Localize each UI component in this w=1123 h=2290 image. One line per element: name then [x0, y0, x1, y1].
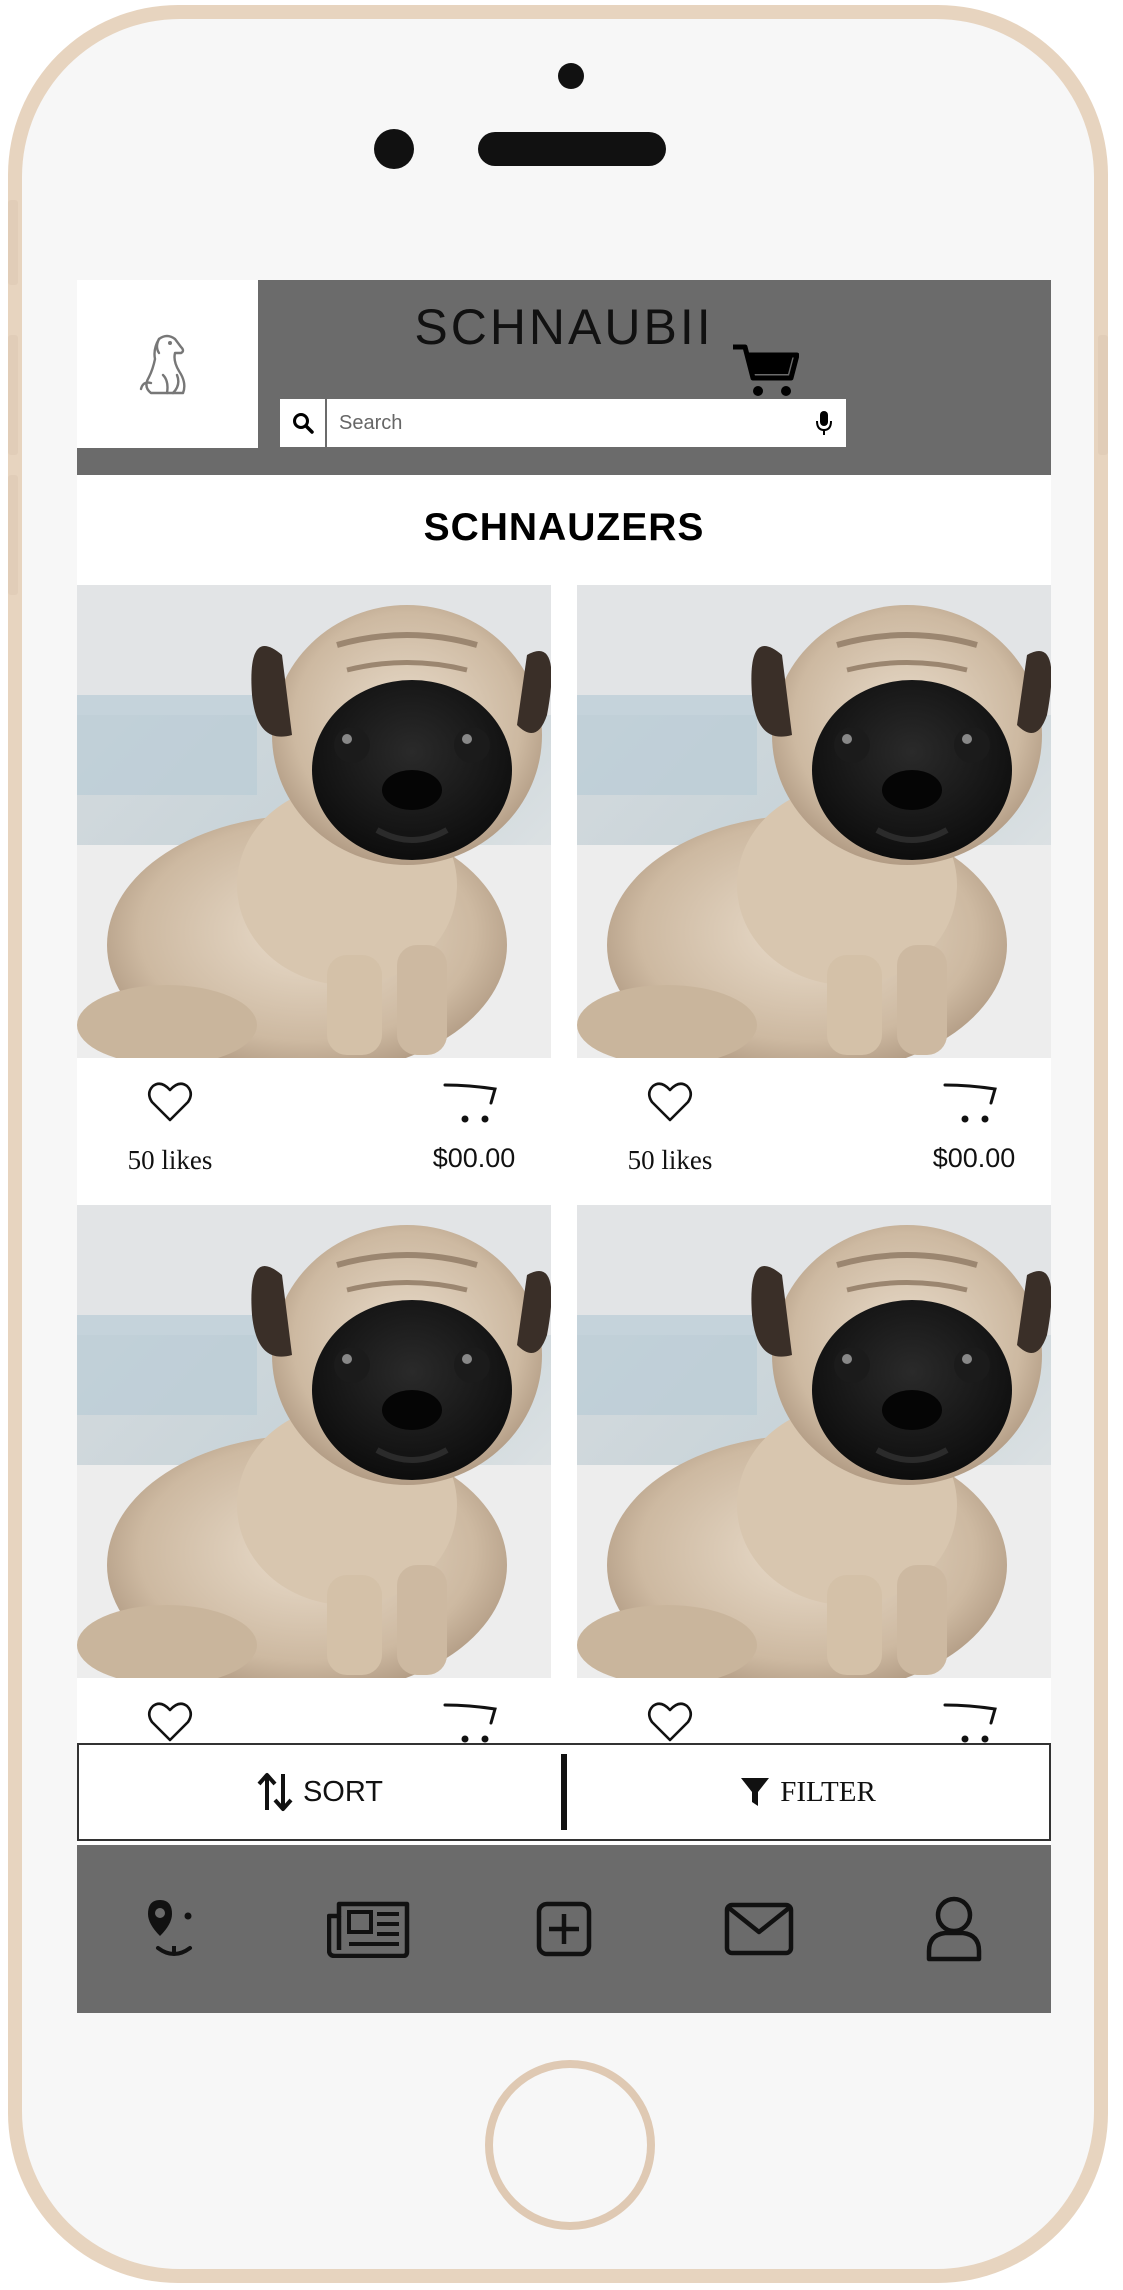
search-icon: [292, 413, 314, 434]
nav-item-messages[interactable]: [704, 1874, 814, 1984]
sort-label: SORT: [302, 1775, 384, 1808]
search-button[interactable]: [280, 399, 327, 447]
earpiece-speaker: [478, 132, 666, 166]
add-square-icon: [536, 1901, 592, 1957]
category-title: SCHNAUZERS: [423, 505, 705, 549]
home-button[interactable]: [485, 2060, 655, 2230]
nav-item-profile[interactable]: [899, 1874, 1009, 1984]
price: $00.00: [932, 1143, 1016, 1173]
sort-filter-bar: SORT FILTER: [77, 1743, 1051, 1841]
price: $00.00: [432, 1143, 516, 1173]
pug-puppy-photo[interactable]: [77, 585, 551, 1058]
front-camera: [374, 129, 414, 169]
heart-icon[interactable]: [647, 1701, 693, 1743]
newspaper-icon: [327, 1901, 410, 1958]
pug-puppy-photo[interactable]: [577, 1205, 1051, 1678]
dog-sitting-icon: [139, 334, 186, 395]
shopping-cart-icon: [733, 344, 800, 396]
volume-up-button: [8, 335, 18, 455]
nav-item-map[interactable]: [119, 1874, 229, 1984]
product-card[interactable]: [77, 1205, 551, 1805]
add-to-cart-icon[interactable]: [443, 1699, 499, 1747]
pug-puppy-photo[interactable]: [77, 1205, 551, 1678]
bottom-nav: [77, 1845, 1051, 2013]
nav-item-add[interactable]: [509, 1874, 619, 1984]
heart-icon[interactable]: [647, 1081, 693, 1123]
add-to-cart-icon[interactable]: [943, 1699, 999, 1747]
product-card[interactable]: [577, 1205, 1051, 1805]
filter-label: FILTER: [780, 1775, 876, 1808]
add-to-cart-icon[interactable]: [943, 1079, 999, 1127]
microphone-icon: [816, 411, 832, 435]
product-card[interactable]: 50 likes $00.00: [577, 585, 1051, 1185]
heart-icon[interactable]: [147, 1701, 193, 1743]
add-to-cart-icon[interactable]: [443, 1079, 499, 1127]
nav-item-news[interactable]: [314, 1874, 424, 1984]
pug-puppy-photo[interactable]: [577, 585, 1051, 1058]
header-cart-button[interactable]: [731, 342, 813, 412]
product-card[interactable]: 50 likes $00.00: [77, 585, 551, 1185]
filter-button[interactable]: FILTER: [567, 1745, 1049, 1839]
likes-count: 50 likes: [627, 1145, 713, 1175]
mute-switch: [8, 200, 18, 285]
heart-icon[interactable]: [147, 1081, 193, 1123]
sort-button[interactable]: SORT: [79, 1745, 561, 1839]
sort-arrows-icon: [257, 1773, 293, 1811]
app-header: SCHNAUBII: [77, 280, 1051, 475]
power-button: [1098, 335, 1108, 455]
user-icon: [926, 1896, 981, 1962]
likes-count: 50 likes: [127, 1145, 213, 1175]
funnel-icon: [741, 1778, 770, 1806]
app-screen: SCHNAUBII Search SCHNAUZERS 50 likes $00…: [77, 280, 1051, 2013]
app-logo[interactable]: [77, 280, 258, 448]
volume-down-button: [8, 475, 18, 595]
proximity-sensor: [558, 63, 584, 89]
dog-location-icon: [148, 1900, 193, 1956]
envelope-icon: [724, 1902, 794, 1956]
